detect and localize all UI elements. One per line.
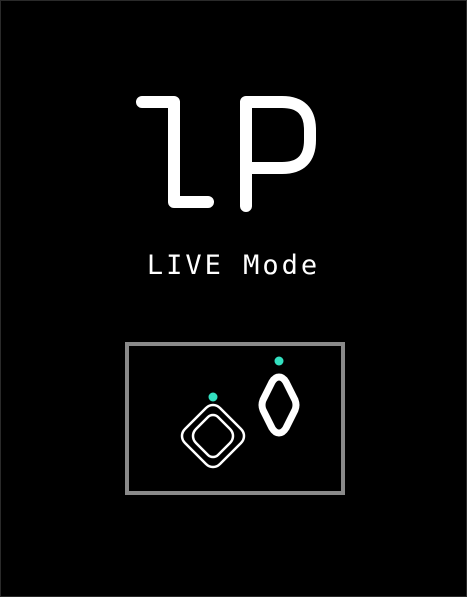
right-status-led-icon xyxy=(274,356,284,366)
diamond-controller-icon xyxy=(258,373,300,437)
left-status-led-icon xyxy=(208,392,218,402)
mode-label: LIVE Mode xyxy=(146,250,321,281)
rounded-square-controller-icon xyxy=(180,403,246,469)
player-indicator-glyphs: 1P xyxy=(135,96,316,212)
digit-one-glyph xyxy=(135,96,214,208)
controllers-illustration xyxy=(180,356,300,469)
letter-p-glyph xyxy=(239,96,316,212)
device-illustration-box xyxy=(125,342,345,495)
player-indicator: 1P xyxy=(0,84,467,224)
